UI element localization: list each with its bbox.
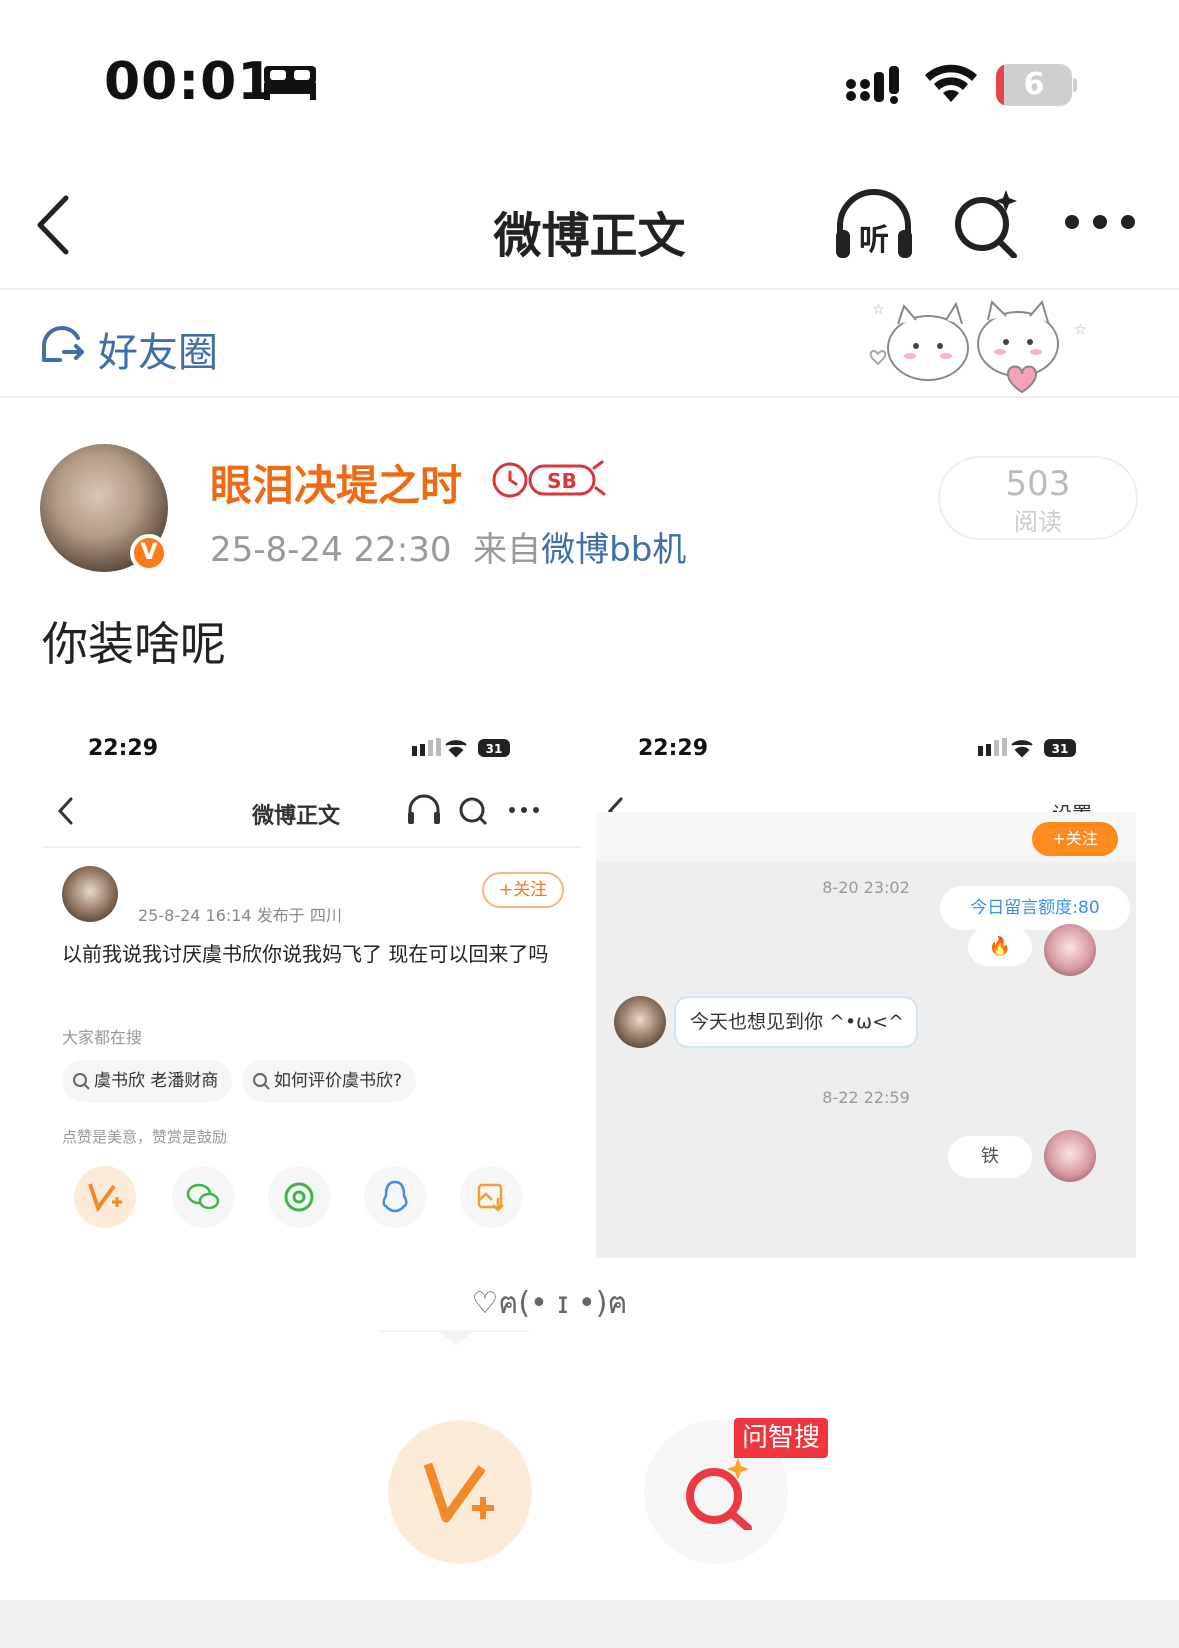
more-dots-icon[interactable] <box>1064 212 1136 232</box>
post-source[interactable]: 微博bb机 <box>541 530 686 570</box>
status-time: 00:01 <box>104 52 275 112</box>
signal-icon <box>846 66 899 104</box>
battery-tip <box>1073 78 1077 92</box>
svg-text:☆: ☆ <box>1074 322 1087 338</box>
mini-battery-text: 31 <box>486 742 503 756</box>
wifi-icon <box>925 64 977 102</box>
post-date: 25-8-24 22:30 <box>210 530 452 570</box>
verified-badge: V <box>130 534 168 572</box>
smart-search-icon[interactable] <box>952 186 1024 258</box>
reward-v-icon <box>424 1462 494 1523</box>
mini-post-text: 以前我说我讨厌虞书欣你说我妈飞了 现在可以回来了吗 <box>62 942 549 966</box>
mini-chat-avatar-other <box>614 996 666 1048</box>
friend-circle-icon <box>42 326 84 362</box>
username[interactable]: 眼泪决堤之时 <box>210 452 462 513</box>
post-meta: 25-8-24 22:30 来自微博bb机 <box>210 522 686 571</box>
mini-wechat-icon <box>172 1166 234 1228</box>
read-count-pill: 503 阅读 <box>938 456 1138 540</box>
friend-circle-label: 好友圈 <box>98 330 218 376</box>
post-text: 你装啥呢 <box>42 617 226 671</box>
mini-quota-badge: 今日留言额度:80 <box>940 886 1130 930</box>
read-label: 阅读 <box>1014 508 1062 536</box>
sleep-bed-icon <box>264 66 316 100</box>
mini-chat-avatar-me <box>1044 1130 1096 1182</box>
mini-moments-icon <box>268 1166 330 1228</box>
listen-label: 听 <box>859 223 889 258</box>
mini-back-chevron-icon <box>57 797 73 825</box>
mini-status-time: 22:29 <box>638 736 709 761</box>
post-source-prefix: 来自 <box>473 530 542 570</box>
user-badge-icon: SB <box>492 460 606 498</box>
mini-search-icon <box>253 1073 270 1090</box>
mini-search-chip: 虞书欣 老潘财商 <box>62 1060 233 1102</box>
nav-bar: 微博正文 听 <box>0 160 1179 290</box>
mini-praise-label: 点赞是美意，赞赏是鼓励 <box>62 1128 228 1146</box>
mini-reward-v-icon <box>74 1166 136 1228</box>
mini-chat-bubble-other: 今天也想见到你 ^•ω<^ <box>674 996 918 1048</box>
mini-chat-time: 8-22 22:59 <box>822 1088 910 1107</box>
mini-divider <box>42 846 582 848</box>
status-bar: 00:01 6 <box>0 0 1179 150</box>
mini-search-icon <box>73 1073 90 1090</box>
read-count: 503 <box>1005 464 1071 504</box>
mini-follow-button: +关注 <box>482 872 564 908</box>
reward-tip-caret <box>440 1332 472 1346</box>
mini-chat-avatar-me <box>1044 924 1096 976</box>
mini-save-image-icon <box>460 1166 522 1228</box>
user-badge-text: SB <box>547 469 577 493</box>
mini-search-chip: 如何评价虞书欣? <box>242 1060 417 1102</box>
mini-nav-icons <box>408 794 539 826</box>
mini-battery-text: 31 <box>1052 742 1069 756</box>
reward-button[interactable] <box>388 1420 532 1564</box>
mini-qq-icon <box>364 1166 426 1228</box>
mini-search-chip-text: 虞书欣 老潘财商 <box>94 1071 219 1091</box>
bottom-strip <box>0 1600 1179 1648</box>
battery-icon: 6 <box>996 64 1077 106</box>
mini-title: 微博正文 <box>252 804 341 829</box>
mini-chat-bubble-mine: 🔥 <box>968 928 1032 966</box>
mini-status-icons: 31 <box>978 738 1076 758</box>
smart-search-tag: 问智搜 <box>734 1418 829 1458</box>
mini-status-icons: 31 <box>412 738 510 758</box>
embedded-screenshot-right[interactable]: 22:29 31 设置 +关注 8-20 23:02 今日留言额度:80 🔥 今… <box>596 706 1136 1258</box>
smart-search-icon <box>686 1458 752 1530</box>
mini-trending-label: 大家都在搜 <box>62 1028 143 1047</box>
cartoon-kittens-decoration: ☆ ☆ <box>869 299 1087 394</box>
kaomoji-text: ♡ฅ(• ɪ •)ฅ <box>471 1286 628 1321</box>
mini-follow-button: +关注 <box>1032 822 1118 856</box>
mini-chat-bubble-iron: 铁 <box>948 1136 1032 1178</box>
mini-post-meta: 25-8-24 16:14 发布于 四川 <box>138 906 342 925</box>
battery-body: 6 <box>996 64 1072 106</box>
embedded-screenshot-left[interactable]: 22:29 31 微博正文 25-8-24 16:14 发布于 四川 +关注 以… <box>42 706 582 1258</box>
friend-circle-bar[interactable]: 好友圈 ☆ ☆ <box>0 292 1179 398</box>
mini-avatar <box>62 866 118 922</box>
listen-headphones-icon[interactable]: 听 <box>832 186 916 262</box>
mini-status-time: 22:29 <box>88 736 159 761</box>
battery-level: 6 <box>1023 67 1045 102</box>
mini-search-chip-text: 如何评价虞书欣? <box>274 1071 403 1091</box>
svg-text:☆: ☆ <box>872 302 885 318</box>
